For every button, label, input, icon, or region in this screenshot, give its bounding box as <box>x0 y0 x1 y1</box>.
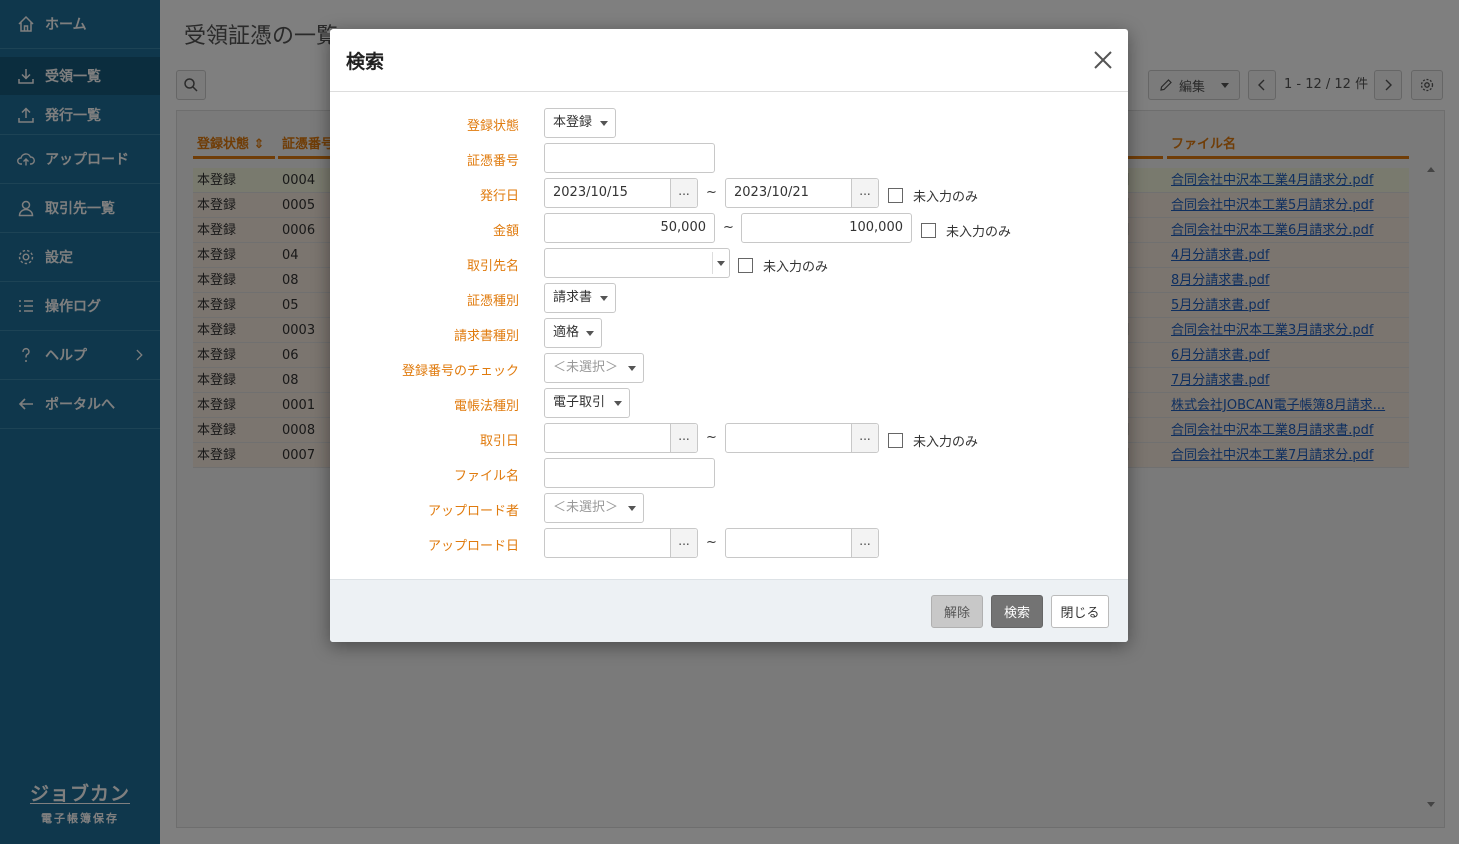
search-dialog: 検索 登録状態 本登録 証憑番号 発行日 2023/10/15... ~ 202… <box>330 29 1128 642</box>
amount-empty-checkbox[interactable]: 未入力のみ <box>921 221 1011 240</box>
range-separator: ~ <box>706 430 717 445</box>
close-button[interactable]: 閉じる <box>1051 595 1109 628</box>
label-filename: ファイル名 <box>453 469 519 484</box>
invoice-type-select[interactable]: 適格 <box>544 318 602 348</box>
label-ebook-type: 電帳法種別 <box>453 399 519 414</box>
txn-date-from-input[interactable]: ... <box>544 423 698 453</box>
clear-button[interactable]: 解除 <box>931 595 983 628</box>
caret-down-icon <box>628 506 636 511</box>
date-picker-button[interactable]: ... <box>670 179 697 207</box>
label-amount: 金額 <box>492 224 519 239</box>
range-separator: ~ <box>706 185 717 200</box>
caret-down-icon <box>586 331 594 336</box>
reg-check-select[interactable]: ＜未選択＞ <box>544 353 644 383</box>
issue-date-empty-checkbox[interactable]: 未入力のみ <box>888 186 978 205</box>
issue-date-from-input[interactable]: 2023/10/15... <box>544 178 698 208</box>
caret-down-icon[interactable] <box>717 261 725 266</box>
dialog-title: 検索 <box>346 51 385 73</box>
partner-combobox[interactable] <box>544 248 730 278</box>
checkbox-box[interactable] <box>888 433 903 448</box>
date-picker-button[interactable]: ... <box>670 424 697 452</box>
upload-date-to-input[interactable]: ... <box>725 528 879 558</box>
issue-date-to-input[interactable]: 2023/10/21... <box>725 178 879 208</box>
label-txn-date: 取引日 <box>479 434 519 449</box>
label-doc-type: 証憑種別 <box>466 294 519 309</box>
number-input[interactable] <box>544 143 715 173</box>
date-picker-button[interactable]: ... <box>670 529 697 557</box>
status-select[interactable]: 本登録 <box>544 108 616 138</box>
date-picker-button[interactable]: ... <box>851 179 878 207</box>
partner-empty-checkbox[interactable]: 未入力のみ <box>738 256 828 275</box>
close-icon[interactable] <box>1090 47 1116 73</box>
dialog-footer: 解除 検索 閉じる <box>330 579 1128 642</box>
amount-to-input[interactable]: 100,000 <box>741 213 912 243</box>
txn-date-empty-checkbox[interactable]: 未入力のみ <box>888 431 978 450</box>
filename-input[interactable] <box>544 458 715 488</box>
range-separator: ~ <box>723 220 734 235</box>
doc-type-select[interactable]: 請求書 <box>544 283 616 313</box>
txn-date-to-input[interactable]: ... <box>725 423 879 453</box>
uploader-select[interactable]: ＜未選択＞ <box>544 493 644 523</box>
label-number: 証憑番号 <box>466 154 519 169</box>
caret-down-icon <box>600 296 608 301</box>
caret-down-icon <box>614 401 622 406</box>
dialog-divider <box>330 91 1128 92</box>
label-partner: 取引先名 <box>466 259 519 274</box>
label-upload-date: アップロード日 <box>427 539 519 554</box>
checkbox-box[interactable] <box>888 188 903 203</box>
label-issue-date: 発行日 <box>479 189 519 204</box>
label-reg-check: 登録番号のチェック <box>401 364 519 379</box>
caret-down-icon <box>628 366 636 371</box>
caret-down-icon <box>600 121 608 126</box>
search-submit-button[interactable]: 検索 <box>991 595 1043 628</box>
label-uploader: アップロード者 <box>427 504 519 519</box>
date-picker-button[interactable]: ... <box>851 424 878 452</box>
label-invoice-type: 請求書種別 <box>453 329 519 344</box>
checkbox-box[interactable] <box>738 258 753 273</box>
range-separator: ~ <box>706 535 717 550</box>
upload-date-from-input[interactable]: ... <box>544 528 698 558</box>
amount-from-input[interactable]: 50,000 <box>544 213 715 243</box>
label-status: 登録状態 <box>466 119 519 134</box>
ebook-type-select[interactable]: 電子取引 <box>544 388 630 418</box>
date-picker-button[interactable]: ... <box>851 529 878 557</box>
checkbox-box[interactable] <box>921 223 936 238</box>
